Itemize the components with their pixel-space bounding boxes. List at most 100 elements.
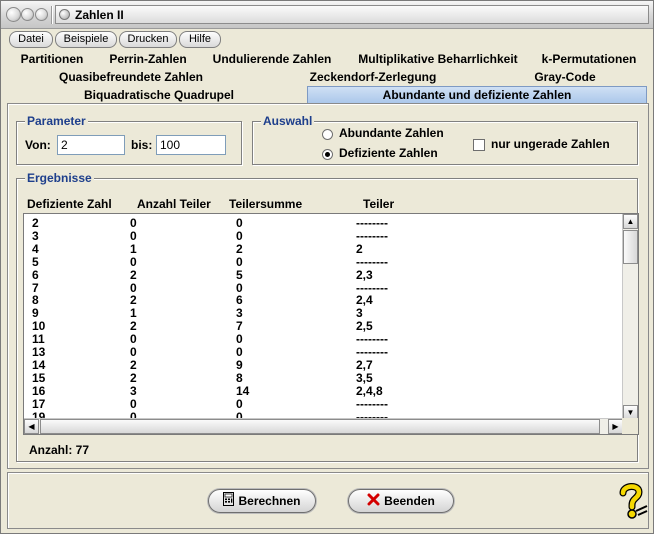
table-row[interactable]: 2 0 0 -------- [24,216,624,230]
bis-label: bis: [131,138,153,152]
tab-gray-code[interactable]: Gray-Code [527,68,603,86]
tab-quasibefreundete-zahlen[interactable]: Quasibefreundete Zahlen [53,68,209,86]
window-minimize-icon[interactable] [21,8,34,21]
column-header-divisors: Teiler [363,197,395,211]
scroll-left-icon[interactable]: ◀ [24,419,39,434]
result-count: Anzahl: 77 [29,443,90,457]
cell-number: 11 [32,332,45,347]
cell-divisors: 2,5 [356,319,373,334]
ergebnisse-legend: Ergebnisse [25,171,94,185]
scroll-right-icon[interactable]: ▶ [608,419,623,434]
bis-input[interactable] [156,135,226,155]
table-row[interactable]: 3 0 0 -------- [24,229,624,243]
cell-divisors: 2,3 [356,267,373,282]
tab-zeckendorf-zerlegung[interactable]: Zeckendorf-Zerlegung [295,68,451,86]
tab-multiplikative-beharrlichkeit[interactable]: Multiplikative Beharrlichkeit [353,50,523,68]
table-row[interactable]: 11 0 0 -------- [24,332,624,346]
table-row[interactable]: 8 2 6 2,4 [24,293,624,307]
berechnen-button[interactable]: Berechnen [208,489,316,513]
cell-divisor-count: 0 [130,345,137,359]
horizontal-scroll-thumb[interactable] [40,419,600,434]
scrollbar-corner [622,418,638,434]
cell-divisor-count: 0 [130,332,137,347]
tab-perrin-zahlen[interactable]: Perrin-Zahlen [103,50,193,68]
table-row[interactable]: 19 0 0 -------- [24,410,624,419]
results-listbox[interactable]: 2 0 0 -------- 3 0 0 -------- 4 1 2 2 5 0 0 -------- 6 2 5… [23,213,639,435]
radio-defiziente-label[interactable]: Defiziente Zahlen [339,146,438,160]
radio-abundante-label[interactable]: Abundante Zahlen [339,126,444,140]
cell-divisors: 2,4 [356,293,373,308]
von-input[interactable] [57,135,125,155]
radio-abundante[interactable] [322,129,333,140]
table-row[interactable]: 17 0 0 -------- [24,397,624,411]
cell-number: 2 [32,216,39,230]
bottom-bar: Berechnen Beenden [7,472,649,529]
table-row[interactable]: 16 3 14 2,4,8 [24,384,624,398]
horizontal-scrollbar[interactable]: ◀ ▶ [24,418,624,434]
tab-biquadratische-quadrupel[interactable]: Biquadratische Quadrupel [77,86,241,104]
cell-number: 13 [32,345,46,359]
app-icon [59,9,70,20]
cell-divisors: -------- [356,396,388,411]
cell-divisor-sum: 0 [236,409,243,419]
app-window: Zahlen II Datei Beispiele Drucken Hilfe … [0,0,654,534]
menu-hilfe[interactable]: Hilfe [179,31,221,48]
cell-divisor-count: 0 [130,228,137,243]
cell-divisor-sum: 0 [236,332,243,347]
cell-number: 16 [32,383,46,398]
odd-only-label[interactable]: nur ungerade Zahlen [491,137,610,151]
cell-divisors: -------- [356,228,388,243]
vertical-scroll-thumb[interactable] [623,230,638,264]
radio-defiziente[interactable] [322,149,333,160]
menu-beispiele[interactable]: Beispiele [55,31,117,48]
vertical-scrollbar[interactable]: ▲ ▼ [622,214,638,420]
cell-divisor-sum: 0 [236,216,243,230]
cell-divisor-sum: 0 [236,345,243,359]
cell-divisor-sum: 2 [236,241,243,256]
cell-divisors: 2,7 [356,357,373,372]
menu-drucken[interactable]: Drucken [119,31,177,48]
cell-divisor-sum: 9 [236,357,243,372]
cell-number: 17 [32,396,46,411]
von-label: Von: [25,138,51,152]
tab-undulierende-zahlen[interactable]: Undulierende Zahlen [207,50,337,68]
table-row[interactable]: 6 2 5 2,3 [24,268,624,282]
window-maximize-icon[interactable] [35,8,48,21]
odd-only-checkbox[interactable] [473,139,485,151]
results-rows: 2 0 0 -------- 3 0 0 -------- 4 1 2 2 5 0 0 -------- 6 2 5… [24,214,624,418]
title-bar[interactable]: Zahlen II [1,1,653,29]
tab-abundante-und-defiziente-zahlen[interactable]: Abundante und defiziente Zahlen [307,86,647,104]
table-row[interactable]: 10 2 7 2,5 [24,319,624,333]
table-row[interactable]: 7 0 0 -------- [24,281,624,295]
table-row[interactable]: 5 0 0 -------- [24,255,624,269]
cell-divisor-sum: 0 [236,280,243,295]
title-separator [51,6,53,24]
table-row[interactable]: 15 2 8 3,5 [24,371,624,385]
window-close-icon[interactable] [6,7,21,22]
cell-divisor-count: 0 [130,280,137,295]
cell-number: 8 [32,293,39,308]
cell-divisor-count: 2 [130,357,137,372]
cell-divisors: -------- [356,332,388,347]
table-row[interactable]: 13 0 0 -------- [24,345,624,359]
main-panel: Parameter Von: bis: Auswahl Abundante Za… [7,103,649,469]
scroll-up-icon[interactable]: ▲ [623,214,638,229]
cell-number: 5 [32,254,39,269]
cell-divisor-sum: 8 [236,370,243,385]
cell-number: 10 [32,319,46,334]
cell-divisor-sum: 0 [236,254,243,269]
cell-divisor-count: 1 [130,306,137,321]
table-row[interactable]: 9 1 3 3 [24,306,624,320]
tab-k-permutationen[interactable]: k-Permutationen [539,50,639,68]
menu-datei[interactable]: Datei [9,31,53,48]
cell-divisor-count: 0 [130,254,137,269]
beenden-button[interactable]: Beenden [348,489,454,513]
calculator-icon [223,491,235,513]
help-question-icon[interactable] [614,481,648,521]
tab-partitionen[interactable]: Partitionen [13,50,91,68]
table-row[interactable]: 14 2 9 2,7 [24,358,624,372]
cell-number: 15 [32,370,46,385]
cell-divisor-count: 3 [130,383,137,398]
cell-divisors: -------- [356,280,388,295]
table-row[interactable]: 4 1 2 2 [24,242,624,256]
